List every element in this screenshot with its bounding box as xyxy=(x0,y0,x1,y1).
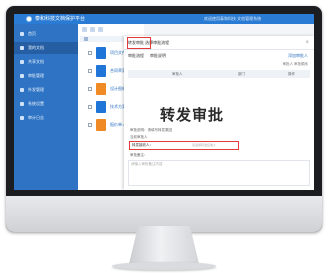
sidebar-item-audit[interactable]: 审计日志 xyxy=(14,112,78,124)
note-placeholder: 请输入审批备注内容 xyxy=(131,162,163,166)
highlight-box xyxy=(127,37,151,49)
tab-approval-flow[interactable]: 审批流程 xyxy=(128,53,144,59)
note-label: 审批备注： xyxy=(130,153,148,157)
column-header: 操作 xyxy=(288,72,295,76)
row-checkbox[interactable] xyxy=(88,105,92,109)
word-file-icon xyxy=(96,65,106,77)
sidebar-item-label: 审计日志 xyxy=(28,115,44,120)
sidebar: 首页 我的文档 共享文档 审批管理 外发管理 系统设置 审计日志 xyxy=(14,24,78,190)
approver-labels: 审批人 审批顺序 xyxy=(282,62,308,66)
excel-file-icon xyxy=(96,119,106,131)
pdf-file-icon xyxy=(96,83,106,95)
row-checkbox[interactable] xyxy=(88,69,92,73)
column-header: 审批人 xyxy=(172,72,183,76)
page-title: 转发审批 xyxy=(160,106,225,124)
home-icon xyxy=(20,32,24,36)
recipient-field[interactable]: 请选择转发接收人 xyxy=(192,143,216,148)
note-textarea[interactable]: 请输入审批备注内容 xyxy=(128,160,310,186)
top-bar: 泰和科技文档保护平台 欢迎使用泰和科技 文档管理系统 xyxy=(14,14,314,24)
forward-approval-dialog: 转发审批 选择审批流程 × 审批流程 审批说明 添加审批人 审批人 审批顺序 审… xyxy=(124,36,314,190)
sidebar-item-label: 外发管理 xyxy=(28,87,44,92)
sidebar-item-settings[interactable]: 系统设置 xyxy=(14,98,78,110)
column-header: 部门 xyxy=(238,72,245,76)
logo-icon xyxy=(26,16,32,22)
upload-icon[interactable] xyxy=(82,27,87,32)
app-title: 泰和科技文档保护平台 xyxy=(35,16,86,22)
monitor-stand-base xyxy=(112,262,216,270)
sidebar-item-label: 共享文档 xyxy=(28,59,44,64)
file-toolbar xyxy=(80,27,142,33)
sidebar-item-shared[interactable]: 共享文档 xyxy=(14,56,78,68)
form-hint: 当前审批人 xyxy=(130,135,148,139)
top-info: 欢迎使用泰和科技 文档管理系统 xyxy=(204,16,262,21)
close-icon[interactable]: × xyxy=(305,39,309,47)
tab-approval-note[interactable]: 审批说明 xyxy=(150,53,166,59)
recipient-label: 转发接收人： xyxy=(132,143,153,147)
word-file-icon xyxy=(96,101,106,113)
row-checkbox[interactable] xyxy=(88,123,92,127)
screen: 泰和科技文档保护平台 欢迎使用泰和科技 文档管理系统 首页 我的文档 共享文档 … xyxy=(14,14,314,190)
sidebar-item-label: 系统设置 xyxy=(28,101,44,106)
gear-icon xyxy=(20,102,24,106)
outbox-icon xyxy=(20,88,24,92)
sidebar-item-label: 首页 xyxy=(28,31,36,36)
new-folder-icon[interactable] xyxy=(90,27,95,32)
sidebar-item-my-docs[interactable]: 我的文档 xyxy=(14,42,78,54)
add-approver-link[interactable]: 添加审批人 xyxy=(288,53,308,59)
sidebar-item-outgoing[interactable]: 外发管理 xyxy=(14,84,78,96)
sidebar-item-label: 我的文档 xyxy=(28,45,44,50)
dialog-header: 转发审批 选择审批流程 × xyxy=(124,36,314,50)
sidebar-item-label: 审批管理 xyxy=(28,73,44,78)
row-checkbox[interactable] xyxy=(88,51,92,55)
approval-icon xyxy=(20,74,24,78)
refresh-icon[interactable] xyxy=(98,27,103,32)
row-checkbox[interactable] xyxy=(88,87,92,91)
form-hint: 审批说明：请填写转发原因 xyxy=(130,128,172,132)
sidebar-item-home[interactable]: 首页 xyxy=(14,28,78,40)
folder-icon xyxy=(84,37,88,41)
word-file-icon xyxy=(96,47,106,59)
log-icon xyxy=(20,116,24,120)
share-icon xyxy=(20,60,24,64)
document-icon xyxy=(20,46,24,50)
approver-table-header: 审批人 部门 操作 xyxy=(128,70,310,78)
sidebar-item-approval[interactable]: 审批管理 xyxy=(14,70,78,82)
